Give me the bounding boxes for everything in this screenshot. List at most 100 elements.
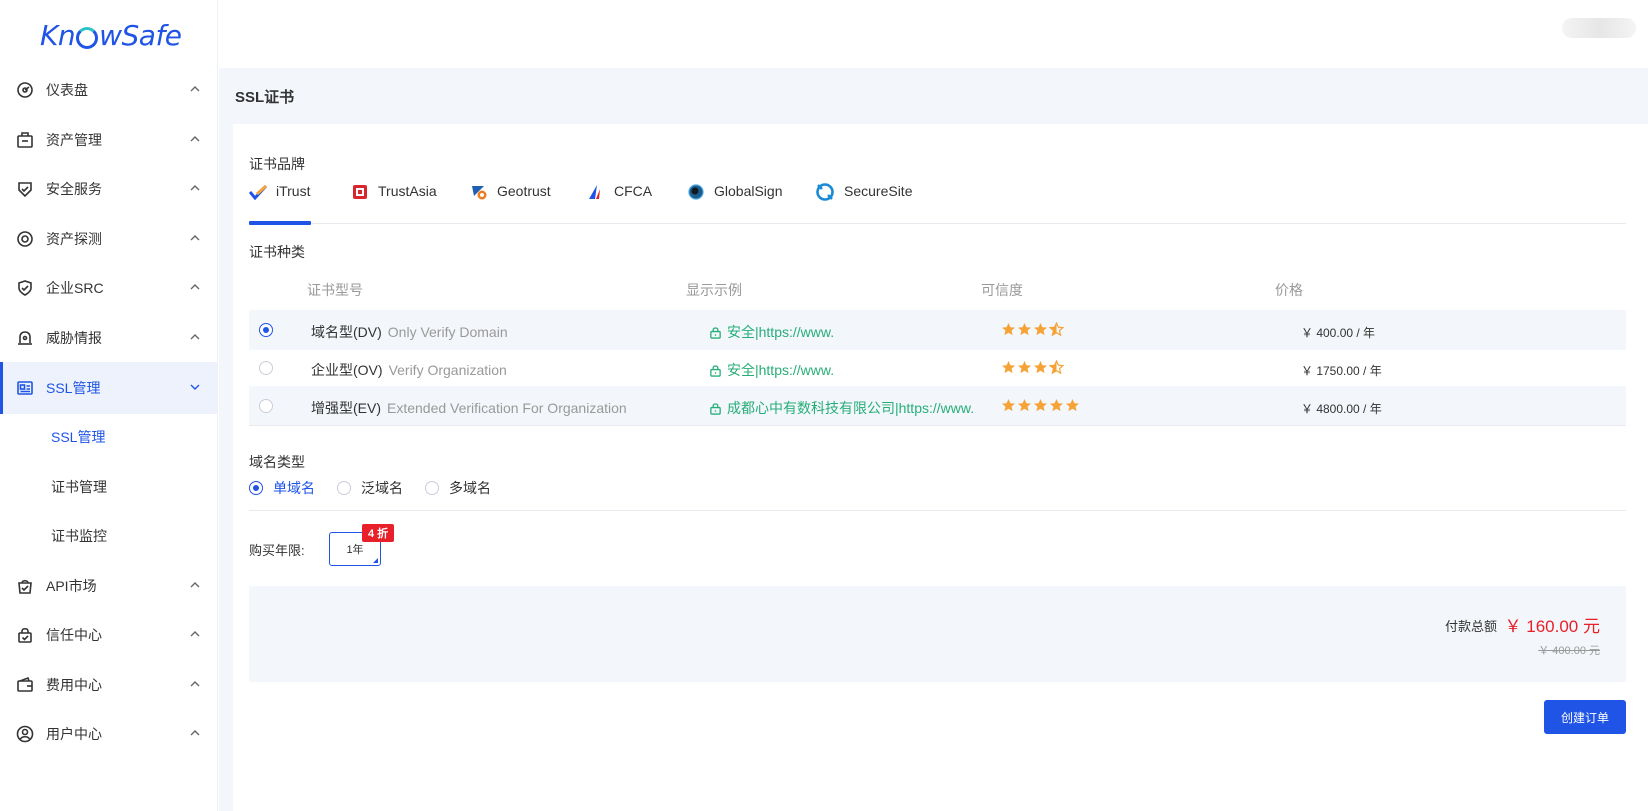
chevron-up-icon (190, 681, 200, 687)
globalsign-icon (688, 184, 704, 200)
lock-icon (710, 326, 721, 339)
domain-radio[interactable] (425, 481, 439, 495)
rating-stars (1001, 398, 1081, 413)
sidebar-item-label: 费用中心 (46, 677, 102, 693)
domain-radio[interactable] (249, 481, 263, 495)
section-divider (249, 510, 1626, 511)
chevron-down-icon (190, 384, 200, 390)
cert-row-ev[interactable]: 增强型(EV) Extended Verification For Organiz… (249, 386, 1626, 426)
wallet-icon (17, 676, 33, 692)
tab-itrust[interactable]: iTrust (249, 180, 311, 225)
lock-icon (710, 364, 721, 377)
itrust-icon (249, 184, 267, 201)
brand-tabs: iTrust TrustAsia Geotrust CFCA GlobalSig… (249, 180, 1626, 225)
lock-bag-icon (18, 627, 32, 643)
sidebar-item-label: 威胁情报 (46, 330, 102, 346)
cert-price: ￥ 1750.00 / 年 (1301, 364, 1382, 378)
certificate-icon (17, 381, 33, 395)
cert-row-ov[interactable]: 企业型(OV) Verify Organization 安全|https://ww… (249, 348, 1626, 388)
payment-summary: 付款总额 ￥ 160.00 元 ￥ 400.00 元 (249, 586, 1626, 682)
type-section-label: 证书种类 (249, 244, 305, 260)
tab-label: iTrust (276, 183, 311, 199)
domain-radio[interactable] (337, 481, 351, 495)
sidebar-item-assets[interactable]: 资产管理 (0, 114, 218, 166)
sub-item-label: 证书管理 (51, 479, 107, 495)
create-order-button[interactable]: 创建订单 (1544, 700, 1626, 734)
tab-label: CFCA (614, 183, 653, 199)
cert-model-desc: Extended Verification For Organization (387, 400, 627, 416)
logo[interactable]: Kn wSafe (0, 0, 217, 70)
domain-option-multi[interactable]: 多域名 (425, 478, 491, 498)
star-icon (1002, 361, 1015, 374)
sidebar-item-dashboard[interactable]: 仪表盘 (0, 64, 218, 116)
cert-radio[interactable] (259, 361, 273, 375)
sub-item-label: 证书监控 (51, 528, 107, 544)
cert-radio[interactable] (259, 323, 273, 337)
sidebar-item-label: 资产管理 (46, 132, 102, 148)
sidebar-item-label: 信任中心 (46, 627, 102, 643)
dashboard-icon (17, 82, 33, 98)
securesite-icon (816, 183, 834, 201)
star-icon (1002, 323, 1015, 336)
domain-option-label: 泛域名 (361, 480, 403, 496)
sidebar-item-threat-intel[interactable]: 威胁情报 (0, 312, 218, 364)
chevron-up-icon (190, 730, 200, 736)
main-content: SSL证书 证书品牌 iTrust TrustAsia Geotrust CFC… (219, 68, 1648, 811)
rating-stars (1001, 360, 1065, 375)
sidebar-item-enterprise-src[interactable]: 企业SRC (0, 262, 218, 314)
star-half-icon (1049, 360, 1064, 375)
cert-model: 企业型(OV) Verify Organization (311, 360, 507, 380)
tab-label: SecureSite (844, 183, 913, 199)
brand-section-label: 证书品牌 (249, 156, 305, 172)
sub-item-label: SSL管理 (51, 429, 106, 445)
cert-row-dv[interactable]: 域名型(DV) Only Verify Domain 安全|https://www… (249, 310, 1626, 350)
sidebar-item-billing[interactable]: 费用中心 (0, 659, 218, 711)
sidebar-item-api-market[interactable]: API市场 (0, 560, 218, 612)
sub-item-ssl-management[interactable]: SSL管理 (0, 411, 218, 463)
chevron-up-icon (190, 582, 200, 588)
sub-item-cert-management[interactable]: 证书管理 (0, 461, 218, 513)
tab-cfca[interactable]: CFCA (587, 180, 652, 224)
rating-stars (1001, 322, 1065, 337)
star-icon (1034, 399, 1047, 412)
tab-securesite[interactable]: SecureSite (815, 180, 912, 224)
chevron-up-icon (190, 334, 200, 340)
sidebar-item-security-service[interactable]: 安全服务 (0, 163, 218, 215)
cert-model-desc: Verify Organization (388, 362, 507, 378)
star-icon (1018, 399, 1031, 412)
domain-option-single[interactable]: 单域名 (249, 478, 315, 498)
header-model: 证书型号 (307, 282, 363, 298)
user-avatar[interactable] (1562, 18, 1636, 38)
radar-icon (17, 231, 33, 247)
cert-model-name: 企业型(OV) (311, 362, 383, 378)
cfca-icon (589, 185, 600, 199)
chevron-up-icon (190, 136, 200, 142)
tab-globalsign[interactable]: GlobalSign (687, 180, 783, 224)
total-value: ￥ 160.00 元 (1504, 617, 1600, 636)
chevron-up-icon (190, 235, 200, 241)
sidebar-item-label: 资产探测 (46, 231, 102, 247)
header-price: 价格 (1275, 282, 1303, 298)
cert-radio[interactable] (259, 399, 273, 413)
star-icon (1050, 399, 1063, 412)
original-value: ￥ 400.00 元 (1538, 645, 1600, 657)
tab-trustasia[interactable]: TrustAsia (351, 180, 437, 224)
domain-option-wildcard[interactable]: 泛域名 (337, 478, 403, 498)
tab-label: Geotrust (497, 183, 551, 199)
geotrust-icon (472, 186, 487, 200)
sidebar-item-asset-detection[interactable]: 资产探测 (0, 213, 218, 265)
sidebar-item-label: 企业SRC (46, 280, 104, 296)
sidebar-item-label: 用户中心 (46, 726, 102, 742)
star-icon (1034, 323, 1047, 336)
star-half-icon (1049, 322, 1064, 337)
star-icon (1018, 361, 1031, 374)
sidebar-item-trust-center[interactable]: 信任中心 (0, 609, 218, 661)
chevron-up-icon (190, 86, 200, 92)
sidebar-item-user-center[interactable]: 用户中心 (0, 708, 218, 760)
cert-model-desc: Only Verify Domain (387, 324, 508, 340)
tab-geotrust[interactable]: Geotrust (470, 180, 551, 224)
sub-item-cert-monitoring[interactable]: 证书监控 (0, 510, 218, 562)
sidebar-item-ssl[interactable]: SSL管理 (0, 362, 218, 414)
cert-example: 成都心中有数科技有限公司|https://www. (709, 398, 974, 418)
cert-example-text: 成都心中有数科技有限公司|https://www. (727, 400, 975, 416)
